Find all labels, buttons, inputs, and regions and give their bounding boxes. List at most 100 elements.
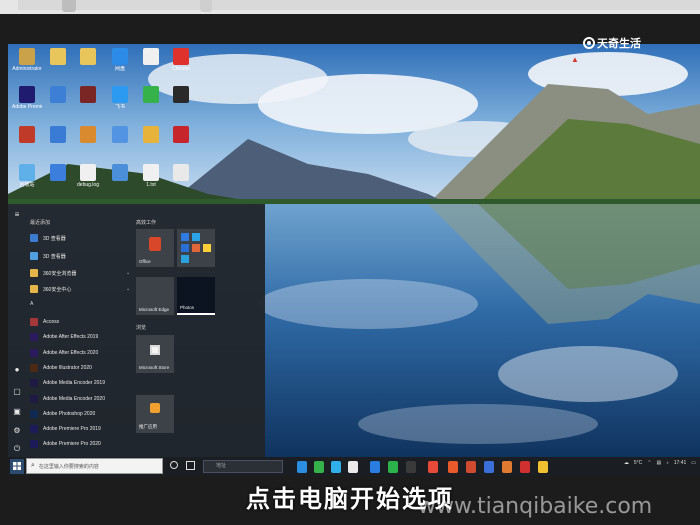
taskbar-app-icon[interactable]	[428, 461, 438, 473]
app-list: 最近添加 3D 查看器 3D 查看器 360安全浏览器 ⌄ 360安全中心 ⌄ …	[30, 204, 130, 457]
app-list-item[interactable]: 3D 查看器	[30, 232, 140, 244]
taskbar-app-icon[interactable]	[466, 461, 476, 473]
app-list-item[interactable]: Access	[30, 316, 140, 328]
app-icon	[181, 244, 189, 252]
desktop-icon[interactable]: 1.txt	[136, 164, 166, 188]
taskbar-app-icon[interactable]	[348, 461, 358, 473]
user-icon[interactable]: ●	[12, 365, 22, 375]
desktop-icon[interactable]	[166, 164, 196, 182]
desktop-icon[interactable]: Adobe Premiere	[12, 86, 42, 110]
desktop-icon-label: Administrator	[12, 66, 42, 72]
notification-icon[interactable]: ▭	[691, 460, 696, 466]
weather-text: 5°C	[633, 460, 643, 466]
document-icon[interactable]: ▢	[12, 387, 22, 397]
desktop-icon-label: Chrome	[172, 66, 190, 72]
desktop-icon[interactable]	[73, 126, 103, 144]
desktop-icon[interactable]: Administrator	[12, 48, 42, 72]
desktop-icon-label: Adobe Premiere	[12, 104, 42, 110]
desktop-icon-label: 回收站	[19, 182, 35, 188]
desktop-icon[interactable]	[73, 86, 103, 104]
app-icon	[30, 234, 38, 242]
app-icon	[50, 164, 66, 181]
app-icon	[181, 255, 189, 263]
taskbar-app-icon[interactable]	[297, 461, 307, 473]
clock[interactable]: 17:41	[674, 460, 687, 466]
power-icon[interactable]: ⏻	[12, 444, 22, 454]
taskbar-search[interactable]: ⌕ 在这里输入你要搜索的内容	[26, 458, 163, 474]
desktop-icon[interactable]	[136, 86, 166, 104]
desktop-icon[interactable]	[43, 126, 73, 144]
app-list-item[interactable]: 3D 查看器	[30, 250, 140, 262]
app-list-item[interactable]: Adobe Media Encoder 2020	[30, 393, 140, 405]
folder-item[interactable]: 360安全中心 ⌄	[30, 283, 140, 295]
app-icon	[143, 126, 159, 143]
desktop-icon[interactable]	[136, 48, 166, 66]
desktop-icon[interactable]: debug.log	[73, 164, 103, 188]
address-bar[interactable]: 地址	[203, 460, 283, 473]
settings-icon[interactable]: ⚙	[12, 426, 22, 436]
desktop-icon[interactable]: 飞书	[105, 86, 135, 110]
photos-tile[interactable]: Photos	[177, 277, 215, 315]
taskbar-app-icon[interactable]	[406, 461, 416, 473]
desktop-icon[interactable]	[166, 86, 196, 104]
logo-mark-icon	[583, 37, 595, 49]
windows-icon	[13, 462, 21, 470]
desktop-icon[interactable]	[43, 86, 73, 104]
network-icon[interactable]: ▤	[657, 460, 662, 466]
desktop-icon[interactable]	[73, 48, 103, 66]
office-tile[interactable]: Office	[136, 229, 174, 267]
task-view-icon[interactable]	[186, 461, 195, 470]
taskbar-app-icon[interactable]	[388, 461, 398, 473]
desktop-icon[interactable]	[136, 126, 166, 144]
app-folder-tile[interactable]	[177, 229, 215, 267]
app-icon	[173, 48, 189, 65]
app-icon	[30, 379, 38, 388]
desktop-icon[interactable]	[43, 164, 73, 182]
app-icon	[19, 48, 35, 65]
app-icon	[203, 244, 211, 252]
app-list-item[interactable]: Adobe Premiere Pro 2019	[30, 423, 140, 435]
cortana-icon[interactable]	[170, 461, 178, 469]
app-list-item[interactable]: Adobe After Effects 2019	[30, 331, 140, 343]
app-icon	[30, 363, 38, 372]
desktop-icon[interactable]	[105, 126, 135, 144]
app-icon	[173, 164, 189, 181]
app-icon	[30, 348, 38, 357]
desktop-icon[interactable]: 回收站	[12, 164, 42, 188]
search-icon: ⌕	[31, 462, 35, 469]
taskbar-app-icon[interactable]	[370, 461, 380, 473]
pictures-icon[interactable]: ▣	[12, 407, 22, 417]
taskbar-app-icon[interactable]	[314, 461, 324, 473]
tile-area: 高效工作 Office Microsoft Edge Photos 浏览 Mic…	[136, 204, 256, 457]
device-frame-top	[0, 0, 700, 14]
taskbar-app-icon[interactable]	[484, 461, 494, 473]
app-icon	[173, 86, 189, 103]
folder-item[interactable]: 360安全浏览器 ⌄	[30, 267, 140, 279]
desktop-icon[interactable]	[43, 48, 73, 66]
desktop-icon-label: debug.log	[77, 182, 99, 188]
app-list-item[interactable]: Adobe After Effects 2020	[30, 347, 140, 359]
desktop-icon[interactable]	[166, 126, 196, 144]
taskbar-app-icon[interactable]	[331, 461, 341, 473]
desktop-icon[interactable]	[12, 126, 42, 144]
desktop-icon[interactable]: Chrome	[166, 48, 196, 72]
app-list-item[interactable]: Adobe Premiere Pro 2020	[30, 438, 140, 450]
promo-tile[interactable]: 推广应用	[136, 395, 174, 433]
app-list-item[interactable]: Adobe Photoshop 2020	[30, 408, 140, 420]
app-list-item[interactable]: Adobe Illustrator 2020	[30, 362, 140, 374]
app-list-item[interactable]: Adobe Media Encoder 2019	[30, 377, 140, 389]
taskbar-app-icon[interactable]	[448, 461, 458, 473]
taskbar-app-icon[interactable]	[538, 461, 548, 473]
letter-header[interactable]: A	[30, 301, 33, 307]
volume-icon[interactable]: ♪	[666, 460, 669, 466]
chevron-up-icon[interactable]: ⌃	[647, 460, 651, 466]
store-tile[interactable]: Microsoft Store	[136, 335, 174, 373]
taskbar-app-icon[interactable]	[520, 461, 530, 473]
start-button[interactable]	[10, 459, 24, 474]
hamburger-icon[interactable]: ≡	[12, 210, 22, 220]
app-icon	[30, 333, 38, 342]
taskbar-app-icon[interactable]	[502, 461, 512, 473]
edge-tile[interactable]: Microsoft Edge	[136, 277, 174, 315]
desktop-icon[interactable]	[105, 164, 135, 182]
desktop-icon[interactable]: 网盘	[105, 48, 135, 72]
